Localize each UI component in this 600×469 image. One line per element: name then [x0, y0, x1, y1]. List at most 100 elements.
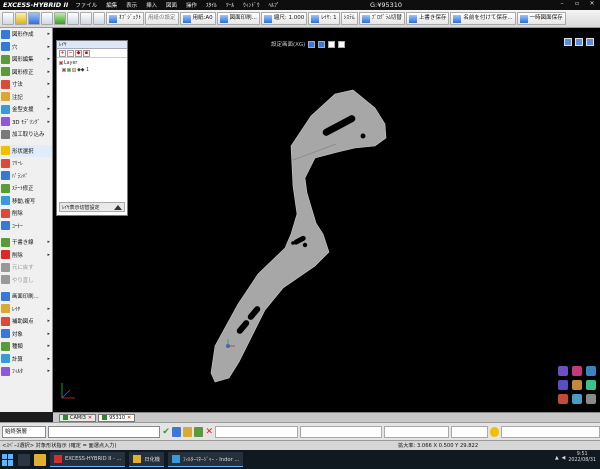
option-icon[interactable] [194, 426, 204, 437]
panel-item[interactable]: 画面印刷... [0, 290, 52, 303]
close-icon[interactable]: ✕ [586, 0, 598, 8]
tab-95310[interactable]: 95310 ✕ [98, 413, 136, 422]
panel-item[interactable]: 加工取り込み [0, 128, 52, 141]
print-drawing-button[interactable]: 図面印刷... [216, 12, 260, 25]
panel-item[interactable]: 対象 ▸ [0, 328, 52, 341]
panel-item[interactable]: ｺｰﾅｰ [0, 220, 52, 233]
system-button[interactable]: ｼｽﾃﾑ [340, 12, 358, 25]
confirm-icon[interactable]: ✔ [162, 427, 170, 437]
cube-iso-icon[interactable] [558, 380, 568, 390]
cube-front-icon[interactable] [558, 366, 568, 376]
overwrite-save-button[interactable]: 上書き保存 [405, 12, 450, 25]
smiley-icon[interactable] [489, 426, 499, 437]
panel-item[interactable]: 注記 ▸ [0, 91, 52, 104]
panel-item[interactable]: 計算 ▸ [0, 353, 52, 366]
panel-item[interactable]: 削除 [0, 207, 52, 220]
maximize-icon[interactable]: ▫ [571, 0, 583, 8]
panel-item[interactable]: 補助図点 ▸ [0, 315, 52, 328]
panel-item[interactable]: 種類 ▸ [0, 340, 52, 353]
layer-root[interactable]: Layer [59, 60, 125, 67]
menu-edit[interactable]: 編集 [106, 3, 117, 9]
temp-save-button[interactable]: 一時図面保存 [516, 12, 566, 25]
panel-item[interactable]: 図形作成 ▸ [0, 28, 52, 41]
panel-item[interactable]: ﾌｨﾙﾀ ▸ [0, 365, 52, 378]
panel-item[interactable]: 穴 ▸ [0, 41, 52, 54]
menu-drawing[interactable]: 図面 [166, 3, 177, 9]
menu-operation[interactable]: 操作 [186, 3, 197, 9]
new-file-icon[interactable] [2, 12, 14, 25]
taskbar-app-filter[interactable]: ﾌｨﾙﾀｰﾏﾈｰｼﾞｬｰ - Indor ... [167, 452, 244, 467]
drawing-viewport[interactable]: 設定画面(XG) [53, 28, 600, 412]
add-layer-icon[interactable]: + [59, 50, 66, 57]
value-field-5[interactable] [500, 425, 600, 438]
redraw-icon[interactable] [586, 394, 596, 404]
open-folder-icon[interactable] [15, 12, 27, 25]
panel-item[interactable]: 干書き線 ▸ [0, 236, 52, 249]
minimize-icon[interactable]: – [556, 0, 568, 8]
zoom-window-icon[interactable] [572, 394, 582, 404]
paste-icon[interactable] [67, 12, 79, 25]
command-input[interactable] [48, 425, 161, 438]
zoom-fit-icon[interactable] [572, 380, 582, 390]
snap-icon[interactable] [171, 426, 182, 437]
panel-item[interactable]: ｽﾃｰﾄ修正 [0, 182, 52, 195]
panel-item[interactable]: 図形編集 ▸ [0, 53, 52, 66]
collapse-icon[interactable] [114, 204, 122, 210]
search-icon[interactable] [18, 453, 30, 466]
cube-top-icon[interactable] [572, 366, 582, 376]
panel-item[interactable]: ﾊﾟﾗﾝﾊﾟ [0, 170, 52, 183]
program-switch-button[interactable]: ﾌﾟﾛｸﾞﾗﾑ切替 [358, 12, 405, 25]
value-field-2[interactable] [299, 425, 383, 438]
save-as-button[interactable]: 名前を付けて保存... [450, 12, 516, 25]
panel-item[interactable]: 図形修正 ▸ [0, 66, 52, 79]
zoom-icon[interactable] [93, 12, 105, 25]
panel-item[interactable]: 移動,複写 [0, 195, 52, 208]
layer-display-toggle[interactable]: ﾚｲﾔ表示切替設定 [59, 202, 125, 212]
network-icon[interactable]: ▲ [555, 456, 559, 461]
layer-config-icon[interactable]: ▪ [83, 50, 90, 57]
cancel-icon[interactable]: ✕ [205, 427, 213, 437]
start-icon[interactable] [2, 453, 14, 466]
layer-options-icon[interactable]: ◆ [75, 50, 82, 57]
rotate-icon[interactable] [558, 394, 568, 404]
remove-layer-icon[interactable]: − [67, 50, 74, 57]
taskbar-app-nikka[interactable]: 日化機 [129, 452, 164, 467]
copy-icon[interactable] [54, 12, 66, 25]
menu-insert[interactable]: 挿入 [146, 3, 157, 9]
print-icon[interactable] [41, 12, 53, 25]
layer-window-title[interactable]: ﾚｲﾔ [57, 41, 127, 49]
panel-item[interactable]: ﾌﾘｰﾚ [0, 157, 52, 170]
value-field-3[interactable] [384, 425, 449, 438]
lock-icon[interactable] [67, 67, 72, 72]
close-tab-icon[interactable]: ✕ [127, 415, 131, 421]
clock[interactable]: 9:51 2022/08/31 [568, 452, 596, 464]
panel-item[interactable]: 金型支援 ▸ [0, 103, 52, 116]
measure-icon[interactable] [183, 426, 193, 437]
panel-item[interactable]: 寸法 ▸ [0, 78, 52, 91]
pan-icon[interactable] [586, 380, 596, 390]
menu-window[interactable]: ｳｨﾝﾄﾞｳ [243, 3, 260, 9]
panel-item[interactable]: 形状選択 [0, 144, 52, 157]
layer-button[interactable]: ﾚｲﾔ: 1 [308, 12, 340, 25]
cut-icon[interactable] [80, 12, 92, 25]
object-button[interactable]: ｵﾌﾞｼﾞｪｸﾄ [106, 12, 145, 25]
menu-help[interactable]: ﾍﾙﾌﾟ [268, 3, 279, 9]
cube-side-icon[interactable] [586, 366, 596, 376]
tab-cami3[interactable]: CAMI3 ✕ [59, 413, 97, 422]
value-field-4[interactable] [450, 425, 488, 438]
paper-size-button[interactable]: 用紙:A0 [179, 12, 216, 25]
taskbar-app-excess[interactable]: EXCESS-HYBRID II - ... [50, 452, 126, 467]
menu-tools[interactable]: ﾂｰﾙ [226, 3, 234, 9]
layer-item[interactable]: ◆◆ 1 [59, 67, 125, 74]
print-flag-icon[interactable] [72, 67, 77, 72]
menu-view[interactable]: 表示 [126, 3, 137, 9]
panel-item[interactable]: ﾚｲﾔ ▸ [0, 303, 52, 316]
panel-item[interactable]: やり直し [0, 274, 52, 287]
volume-icon[interactable]: ◀ [562, 456, 566, 461]
panel-item[interactable]: 3D ﾓﾃﾞﾘﾝｸﾞ ▸ [0, 116, 52, 129]
close-tab-icon[interactable]: ✕ [88, 415, 92, 421]
scale-button[interactable]: 縮尺: 1.000 [260, 12, 308, 25]
file-explorer-icon[interactable] [34, 453, 46, 466]
menu-style[interactable]: ｽﾀｲﾙ [206, 3, 217, 9]
panel-item[interactable]: 元に戻す [0, 261, 52, 274]
